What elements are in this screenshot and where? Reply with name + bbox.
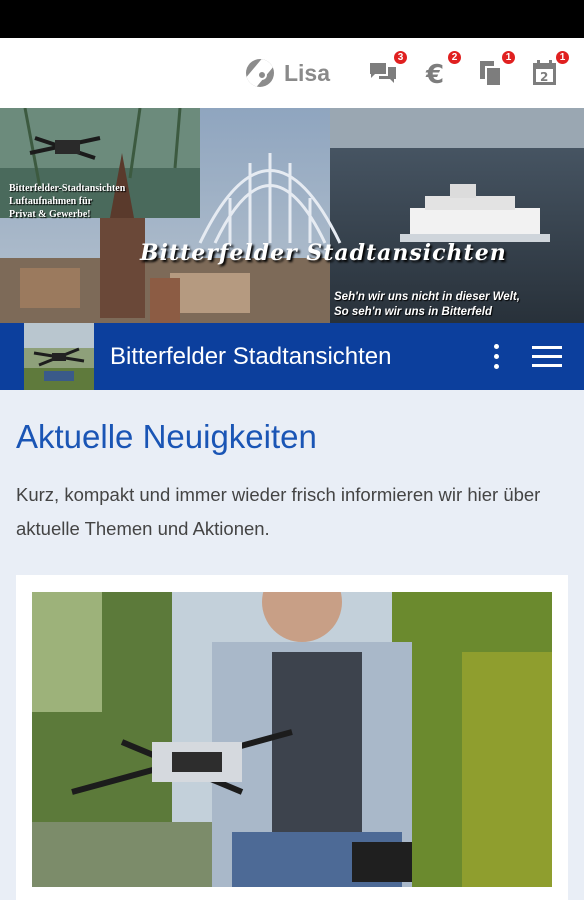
menu-line — [532, 355, 562, 358]
top-bar: Lisa 3 € 2 1 2 1 — [0, 38, 584, 108]
more-vert-icon[interactable] — [484, 337, 508, 377]
app-navbar: Bitterfelder Stadtansichten — [0, 323, 584, 390]
menu-line — [532, 364, 562, 367]
status-bar — [0, 0, 584, 38]
news-card[interactable] — [16, 575, 568, 900]
banner-title: Bitterfelder Stadtansichten — [140, 240, 507, 266]
page-heading: Aktuelle Neuigkeiten — [16, 418, 317, 455]
news-image[interactable] — [32, 592, 552, 887]
user-profile-button[interactable]: Lisa — [245, 59, 330, 87]
menu-line — [532, 346, 562, 349]
banner-side-text: Bitterfelder-Stadtansichten Luftaufnahme… — [9, 182, 125, 221]
calendar-button[interactable]: 2 1 — [530, 49, 571, 88]
banner-slogan-line-2: So seh'n wir uns in Bitterfeld — [334, 306, 493, 318]
documents-badge: 1 — [500, 49, 517, 66]
payments-button[interactable]: € 2 — [422, 49, 463, 88]
drone-photo — [32, 592, 552, 887]
euro-icon: € — [425, 60, 444, 87]
more-dot — [493, 354, 499, 359]
drone-thumbnail-image — [24, 323, 94, 390]
user-name: Lisa — [283, 59, 330, 86]
banner-slogan-line-1: Seh'n wir uns nicht in dieser Welt, — [334, 291, 520, 303]
banner-side-line-2: Luftaufnahmen für — [9, 196, 93, 207]
banner-side-line-3: Privat & Gewerbe! — [9, 209, 91, 220]
calendar-day: 2 — [540, 70, 548, 84]
calendar-badge: 1 — [554, 49, 571, 66]
euro-badge: 2 — [446, 49, 463, 66]
svg-text:€: € — [425, 60, 444, 87]
intro-text: Kurz, kompakt und immer wieder frisch in… — [16, 484, 541, 539]
hamburger-menu-icon[interactable] — [532, 337, 564, 377]
user-logo-icon — [245, 59, 274, 87]
banner-slogan: Seh'n wir uns nicht in dieser Welt, So s… — [334, 290, 520, 320]
banner-side-line-1: Bitterfelder-Stadtansichten — [9, 183, 126, 194]
documents-icon — [480, 61, 502, 87]
chat-badge: 3 — [392, 49, 409, 66]
documents-button[interactable]: 1 — [476, 49, 517, 88]
chat-button[interactable]: 3 — [368, 49, 409, 88]
more-dot — [493, 344, 499, 349]
calendar-icon: 2 — [533, 60, 556, 85]
navbar-title: Bitterfelder Stadtansichten — [110, 342, 392, 370]
more-dot — [493, 364, 499, 369]
site-thumbnail[interactable] — [24, 323, 94, 390]
